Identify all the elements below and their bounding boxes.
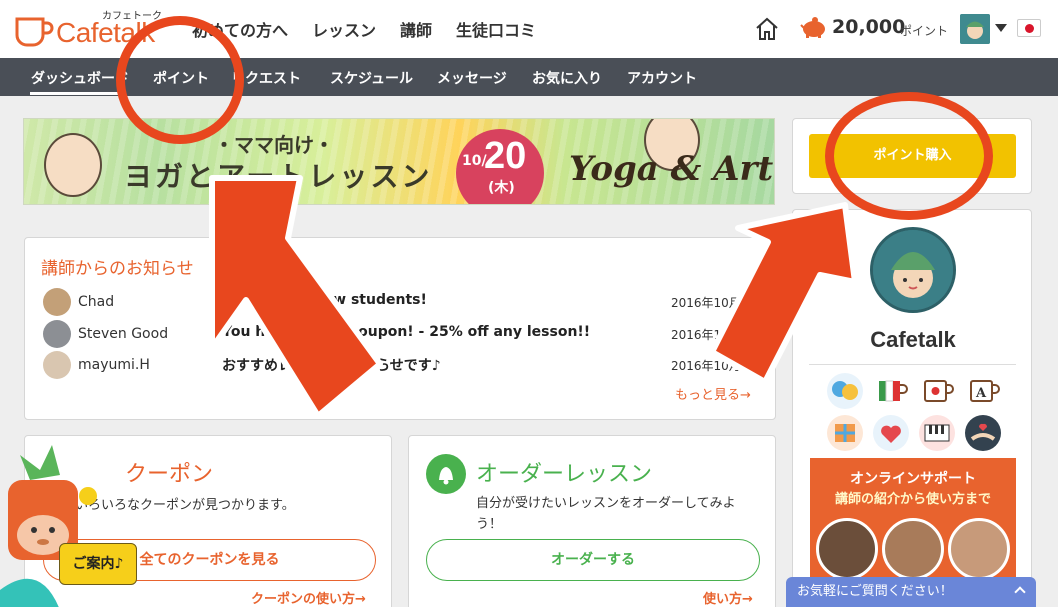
notice-date: 2016年10月 bbox=[671, 328, 741, 342]
profile-name: Cafetalk bbox=[870, 327, 956, 352]
user-avatar[interactable] bbox=[960, 14, 990, 44]
account-menu-chevron-down-icon[interactable] bbox=[995, 24, 1007, 32]
map-icon[interactable] bbox=[827, 415, 863, 451]
banner-subtitle: ・ママ向け・ bbox=[214, 133, 334, 157]
italy-flag-cup-icon[interactable] bbox=[873, 373, 909, 409]
notice-row[interactable]: Chad 25% off for new students! 2016年10月 bbox=[41, 288, 761, 318]
order-lesson-title: オーダーレッスン bbox=[476, 462, 653, 487]
coupon-description: いろいろなクーポンが見つかります。 bbox=[75, 498, 295, 513]
notice-message[interactable]: You have a new coupon! - 25% off any les… bbox=[222, 324, 590, 340]
chevron-up-icon[interactable] bbox=[1014, 586, 1026, 598]
support-staff-photo bbox=[816, 518, 878, 580]
chat-bar-label: お気軽にご質問ください！ bbox=[797, 584, 953, 599]
order-howto-link[interactable]: 使い方→ bbox=[703, 588, 753, 607]
coffee-cup-logo-icon bbox=[15, 17, 54, 47]
support-staff-photo bbox=[948, 518, 1010, 580]
banner-title: ヨガとアートレッスン bbox=[124, 160, 433, 193]
svg-text:A: A bbox=[975, 386, 987, 401]
home-icon[interactable] bbox=[754, 16, 780, 42]
notice-date: 2016年10月 bbox=[671, 359, 741, 373]
illustrated-girl-left-image bbox=[44, 133, 102, 197]
notice-message[interactable]: 25% off for new students! bbox=[222, 292, 427, 308]
subnav-messages[interactable]: メッセージ bbox=[437, 68, 507, 88]
date-month: 10/ bbox=[462, 153, 487, 169]
active-tab-indicator bbox=[30, 92, 125, 95]
bell-icon bbox=[426, 454, 466, 494]
notice-row[interactable]: Steven Good You have a new coupon! - 25%… bbox=[41, 320, 761, 350]
tutor-notices-card: 講師からのお知らせ Chad 25% off for new students!… bbox=[24, 237, 776, 420]
tutor-name: Chad bbox=[78, 294, 115, 310]
subnav-account[interactable]: アカウント bbox=[627, 68, 697, 88]
order-lesson-description: 自分が受けたいレッスンをオーダーしてみよう！ bbox=[476, 496, 736, 532]
notice-date: 2016年10月 bbox=[671, 296, 741, 310]
top-nav: 初めての方へ レッスン 講師 生徒口コミ bbox=[192, 17, 536, 41]
support-staff-photo bbox=[882, 518, 944, 580]
chat-bubbles-icon[interactable] bbox=[827, 373, 863, 409]
tutor-avatar bbox=[43, 351, 71, 379]
highlight-circle-buy-button bbox=[825, 92, 993, 220]
nav-reviews[interactable]: 生徒口コミ bbox=[456, 17, 536, 41]
coupon-title: クーポン bbox=[125, 462, 214, 487]
subnav-dashboard[interactable]: ダッシュボード bbox=[31, 68, 129, 88]
heart-chat-icon[interactable] bbox=[873, 415, 909, 451]
support-title: オンラインサポート bbox=[850, 471, 976, 487]
points-unit: ポイント bbox=[900, 24, 949, 38]
tutor-name: Steven Good bbox=[78, 326, 169, 342]
piggy-bank-icon bbox=[800, 17, 825, 38]
nav-lessons[interactable]: レッスン bbox=[312, 17, 376, 41]
guide-button[interactable]: ご案内♪ bbox=[59, 543, 137, 585]
notice-message[interactable]: おすすめレッスンのお知らせです♪ bbox=[222, 355, 441, 375]
piano-keys-icon[interactable] bbox=[919, 415, 955, 451]
nav-tutors[interactable]: 講師 bbox=[400, 17, 432, 41]
support-subtitle: 講師の紹介から使い方まで bbox=[834, 492, 991, 507]
japan-flag-cup-icon[interactable] bbox=[919, 373, 955, 409]
coupon-howto-link[interactable]: クーポンの使い方→ bbox=[251, 588, 366, 607]
yoga-art-banner[interactable]: ・ママ向け・ ヨガとアートレッスン 10/ 20 (木) Yoga & Art bbox=[23, 118, 775, 205]
points-balance: 20,000 bbox=[832, 16, 906, 38]
handshake-heart-icon[interactable] bbox=[965, 415, 1001, 451]
more-notices-link[interactable]: もっと見る→ bbox=[675, 384, 751, 403]
order-lesson-card: オーダーレッスン 自分が受けたいレッスンをオーダーしてみよう！ オーダーする 使… bbox=[408, 435, 776, 607]
date-day: 20 bbox=[484, 135, 527, 177]
category-icon-grid: A bbox=[827, 373, 1003, 451]
order-button[interactable]: オーダーする bbox=[426, 539, 760, 581]
divider bbox=[809, 364, 1016, 365]
profile-card: Cafetalk A オンラインサポート 講師の紹介から使い方まで bbox=[792, 209, 1032, 607]
date-weekday: (木) bbox=[488, 180, 515, 196]
banner-english-title: Yoga & Art bbox=[569, 149, 774, 189]
notice-row[interactable]: mayumi.H おすすめレッスンのお知らせです♪ 2016年10月 bbox=[41, 351, 761, 381]
letter-a-cup-icon[interactable]: A bbox=[965, 373, 1001, 409]
profile-avatar[interactable] bbox=[870, 227, 956, 313]
subnav-schedule[interactable]: スケジュール bbox=[330, 68, 413, 88]
notices-title: 講師からのお知らせ bbox=[41, 259, 194, 279]
subnav-favorites[interactable]: お気に入り bbox=[532, 68, 602, 88]
tutor-name: mayumi.H bbox=[78, 357, 150, 373]
tutor-avatar bbox=[43, 320, 71, 348]
highlight-circle-points-tab bbox=[116, 16, 244, 144]
japan-flag-language-icon[interactable] bbox=[1017, 19, 1041, 37]
chat-support-bar[interactable]: お気軽にご質問ください！ bbox=[786, 577, 1036, 607]
tutor-avatar bbox=[43, 288, 71, 316]
